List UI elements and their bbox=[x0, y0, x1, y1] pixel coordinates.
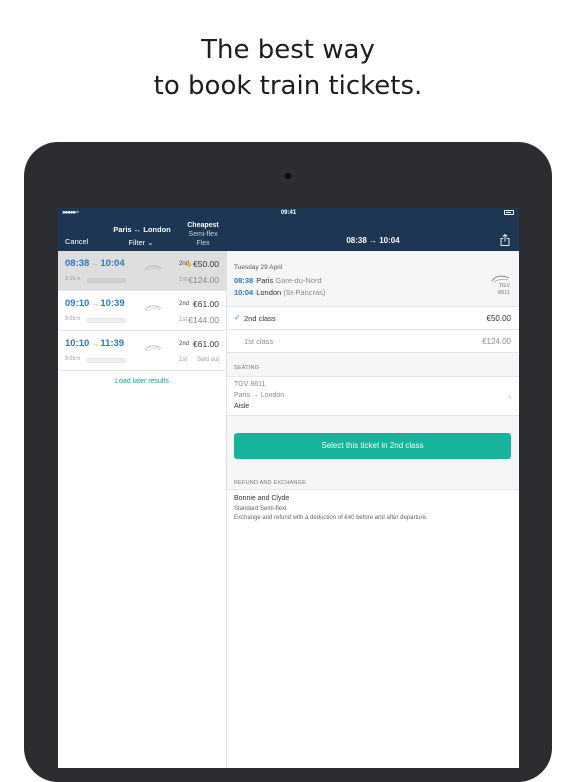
promo-headline: The best way to book train tickets. bbox=[0, 32, 576, 104]
chevron-right-icon: › bbox=[508, 391, 511, 401]
price-2nd: €61.00 bbox=[193, 339, 219, 349]
depart-time: 09:10 bbox=[65, 298, 90, 309]
detail-empty-area bbox=[227, 538, 519, 768]
trip-summary: Tuesday 29 April 08:38 Paris Gare-du-Nord… bbox=[227, 251, 519, 307]
refund-conditions: Bonnie and Clyde Standard Semi-flexi Exc… bbox=[227, 489, 519, 539]
depart-time: 10:10 bbox=[65, 338, 90, 349]
trip-detail-pane: Tuesday 29 April 08:38 Paris Gare-du-Nord… bbox=[227, 251, 519, 768]
arrow-icon: → bbox=[91, 261, 99, 268]
trip-times: 09:10 → 10:39 bbox=[65, 298, 125, 309]
trip-duration: 2:26 h bbox=[65, 276, 81, 282]
sold-out-label: Sold out bbox=[196, 357, 219, 363]
trip-row[interactable]: 09:10 → 10:39 2:29 h 2nd €61.00 1st €144.0… bbox=[58, 291, 226, 331]
navigation-bar: ●●●●● ≈ 09:41 Cancel Paris ↔ London Filt… bbox=[58, 208, 519, 251]
sort-flex[interactable]: Flex bbox=[178, 239, 228, 248]
trip-duration: 2:29 h bbox=[65, 316, 81, 322]
refund-header: REFUND AND EXCHANGE bbox=[234, 480, 306, 486]
arrow-icon: → bbox=[91, 301, 99, 308]
checkmark-icon: ✓ bbox=[234, 313, 241, 322]
headline-line-1: The best way bbox=[201, 35, 375, 65]
duration-bar bbox=[87, 358, 126, 363]
price-1st: €124.00 bbox=[188, 275, 219, 285]
trip-times: 10:10 → 11:39 bbox=[65, 338, 124, 349]
class-label: 2nd class bbox=[244, 314, 276, 323]
seating-option[interactable]: TGV 8611 Paris → London Aisle › bbox=[227, 376, 519, 416]
price-1st: €144.00 bbox=[188, 315, 219, 325]
arrow-icon: → bbox=[91, 341, 99, 348]
app-screen: ●●●●● ≈ 09:41 Cancel Paris ↔ London Filt… bbox=[58, 208, 519, 768]
class-1-label: 1st bbox=[179, 317, 188, 323]
operator-logo-icon bbox=[144, 345, 162, 352]
train-number: TGV 8611 bbox=[498, 283, 510, 296]
camera-icon bbox=[285, 173, 291, 179]
travel-date: Tuesday 29 April bbox=[234, 264, 283, 271]
sort-selector[interactable]: Cheapest Semi-flex Flex bbox=[178, 221, 228, 248]
trip-list: 08:38 → 10:04 2:26 h 2nd €50.00 1st €124.0… bbox=[58, 251, 227, 768]
class-option-1st[interactable]: 1st class €124.00 bbox=[227, 330, 519, 353]
class-1-label: 1st bbox=[179, 357, 188, 363]
sort-cheapest[interactable]: Cheapest bbox=[178, 221, 228, 230]
price-2nd: €50.00 bbox=[187, 259, 219, 269]
arrive-time: 10:04 bbox=[100, 258, 125, 269]
price-2nd: €61.00 bbox=[193, 299, 219, 309]
class-2-label: 2nd bbox=[179, 301, 190, 307]
seating-preference: Aisle bbox=[234, 403, 250, 410]
load-later-results-link[interactable]: Load later results bbox=[58, 378, 226, 385]
class-price: €50.00 bbox=[486, 314, 511, 323]
class-option-2nd[interactable]: ✓ 2nd class €50.00 bbox=[227, 307, 519, 330]
class-1-label: 1st bbox=[179, 277, 188, 283]
filter-button[interactable]: Filter ⌄ bbox=[118, 238, 164, 247]
seating-header: SEATING bbox=[234, 365, 260, 371]
operator-logo-icon bbox=[491, 275, 510, 283]
headline-line-2: to book train tickets. bbox=[153, 71, 423, 101]
seating-route: Paris → London bbox=[234, 392, 285, 399]
class-2-label: 2nd bbox=[179, 341, 190, 347]
fare-type: Standard Semi-flexi bbox=[234, 506, 287, 512]
cancel-button[interactable]: Cancel bbox=[65, 237, 88, 246]
select-ticket-button[interactable]: Select this ticket in 2nd class bbox=[234, 433, 511, 459]
trip-row[interactable]: 08:38 → 10:04 2:26 h 2nd €50.00 1st €124.0… bbox=[58, 251, 226, 291]
arrive-time: 10:39 bbox=[100, 298, 125, 309]
seating-train: TGV 8611 bbox=[234, 381, 266, 388]
fare-name: Bonnie and Clyde bbox=[234, 495, 290, 502]
share-icon[interactable] bbox=[500, 234, 510, 246]
battery-icon bbox=[504, 210, 514, 215]
trip-times: 08:38 → 10:04 bbox=[65, 258, 125, 269]
route-title: Paris ↔ London bbox=[113, 225, 171, 234]
departure-line: 08:38 Paris Gare-du-Nord bbox=[234, 276, 322, 285]
status-time: 09:41 bbox=[280, 210, 297, 216]
trip-duration: 2:29 h bbox=[65, 356, 81, 362]
duration-bar bbox=[87, 318, 126, 323]
depart-time: 08:38 bbox=[65, 258, 90, 269]
cheapest-dot-icon bbox=[187, 262, 191, 267]
arrive-time: 11:39 bbox=[100, 338, 125, 349]
operator-logo-icon bbox=[144, 305, 162, 312]
refund-text: Exchange and refund with a deduction of … bbox=[234, 515, 428, 521]
duration-bar bbox=[87, 278, 126, 283]
trip-row[interactable]: 10:10 → 11:39 2:29 h 2nd €61.00 1st Sold o… bbox=[58, 331, 226, 371]
status-bar: ●●●●● ≈ 09:41 bbox=[58, 208, 519, 218]
trip-title: 08:38 → 10:04 bbox=[346, 236, 400, 245]
sort-semi-flex[interactable]: Semi-flex bbox=[178, 230, 228, 239]
class-label: 1st class bbox=[244, 337, 274, 346]
arrival-line: 10:04 London (St-Pancras) bbox=[234, 288, 326, 297]
operator-logo-icon bbox=[144, 265, 162, 272]
class-price: €124.00 bbox=[482, 337, 511, 346]
